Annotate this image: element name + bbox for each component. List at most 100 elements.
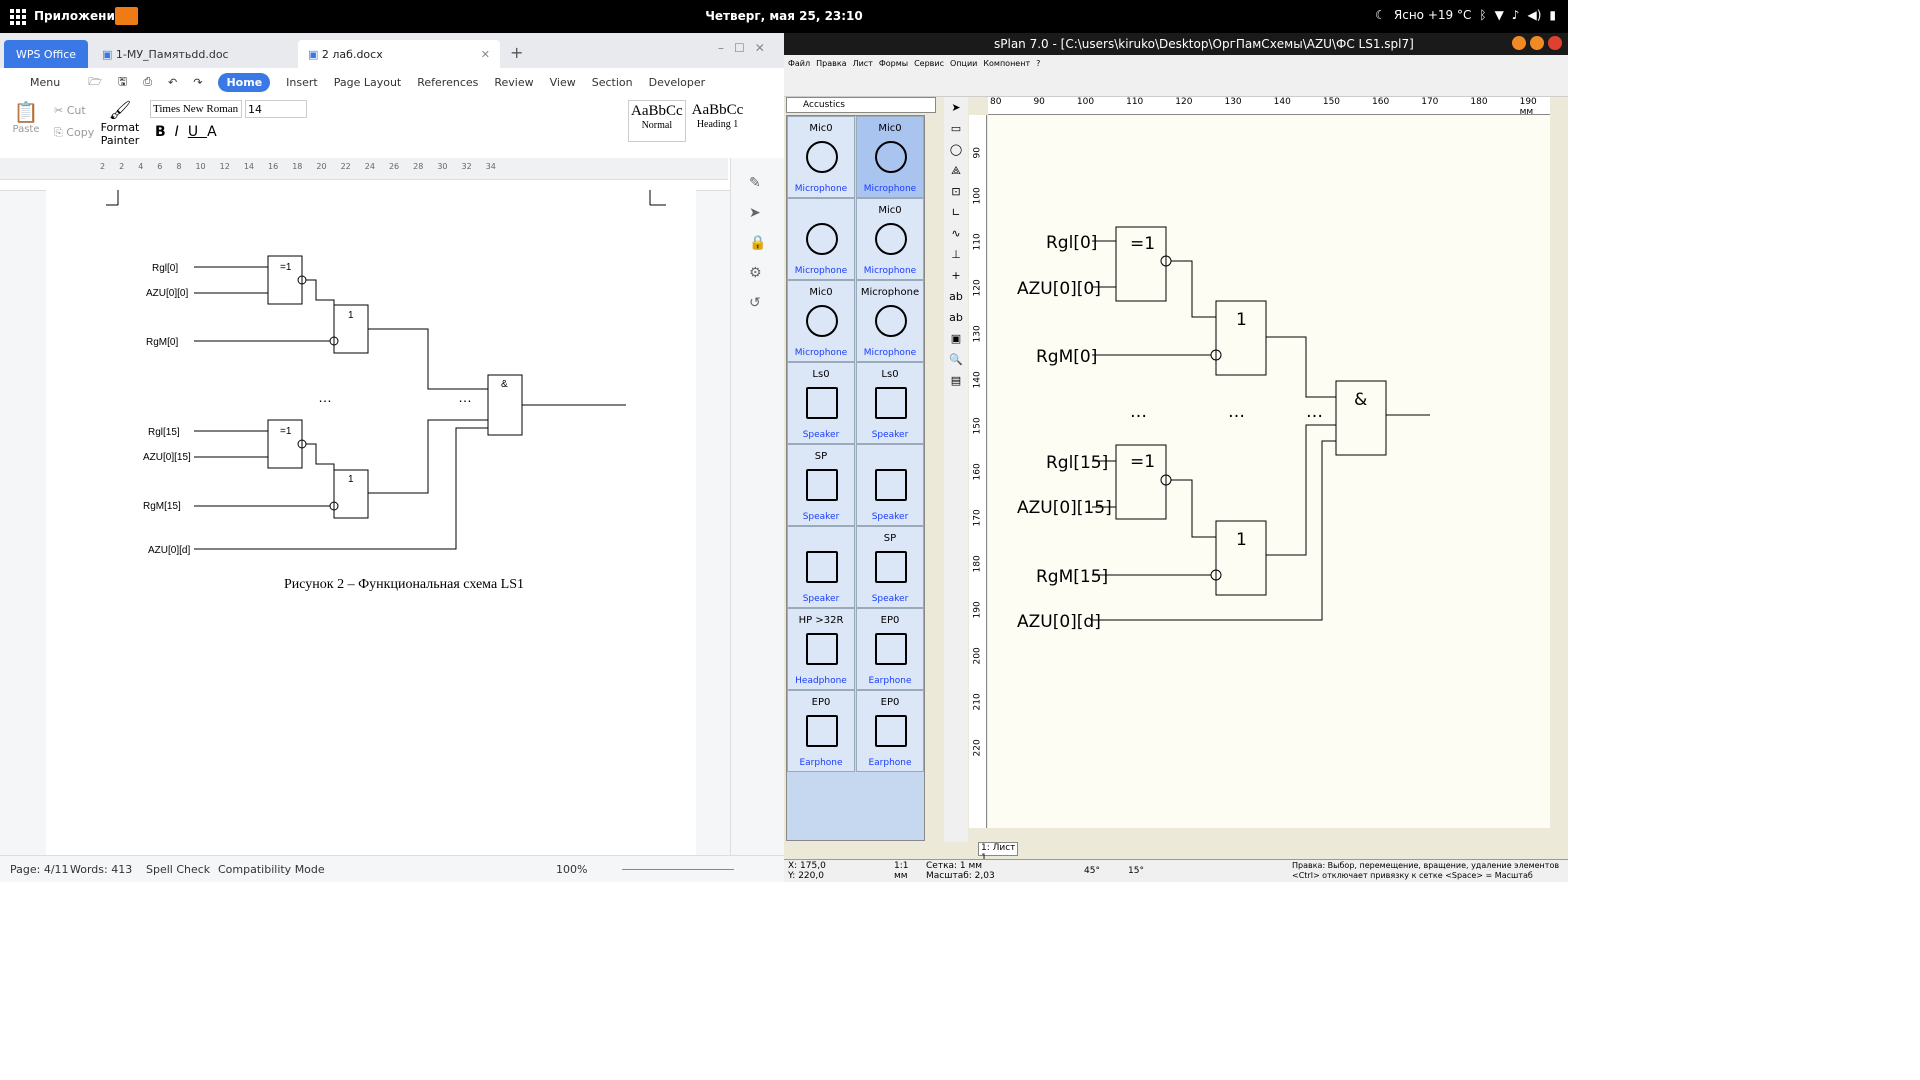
- bluetooth-icon[interactable]: ᛒ: [1479, 8, 1486, 22]
- library-component[interactable]: Mic0 Microphone: [856, 116, 924, 198]
- library-component[interactable]: Mic0 Microphone: [787, 116, 855, 198]
- tab-doc-2[interactable]: ▣ 2 лаб.docx ✕: [298, 40, 500, 68]
- copy-button[interactable]: ⎘ Copy: [54, 126, 94, 140]
- menu-file[interactable]: Файл: [788, 59, 810, 68]
- library-component[interactable]: EP0 Earphone: [856, 608, 924, 690]
- tool-icons[interactable]: ➤ ▭ ◯ ⟁ ⊡ ∟ ∿ ⊥ + ab ab ▣ 🔍 ▤: [944, 97, 968, 391]
- spell-check[interactable]: Spell Check: [146, 863, 210, 876]
- splan-toolbar[interactable]: [784, 71, 1568, 97]
- close-icon[interactable]: ✕: [481, 48, 490, 61]
- scale: 1:1: [894, 861, 909, 871]
- canvas-vruler: 90 100 110 120 130 140 150 160 170 180 190 200 210 22…: [969, 115, 987, 828]
- cut-button[interactable]: ✂ Cut: [54, 104, 86, 117]
- hruler-marks: 80 90 100 110 120 130 140 150 160 170 180 190 мм: [988, 97, 1550, 117]
- component-caption: Microphone: [794, 348, 848, 358]
- tab-insert[interactable]: Insert: [286, 76, 318, 89]
- print-icon[interactable]: ⎙: [143, 75, 152, 89]
- wifi-icon[interactable]: ▼: [1495, 8, 1504, 22]
- library-component[interactable]: Ls0 Speaker: [787, 362, 855, 444]
- style-normal[interactable]: AaBbCc Normal: [628, 100, 686, 142]
- component-caption: Headphone: [795, 676, 847, 686]
- component-symbol: [875, 305, 907, 337]
- document-page[interactable]: Rgl[0] AZU[0][0] RgM[0] Rgl[15] AZU[0][1…: [46, 180, 696, 857]
- vruler-mark: 220: [972, 739, 983, 757]
- library-component[interactable]: Ls0 Speaker: [856, 362, 924, 444]
- word-count[interactable]: Words: 413: [70, 863, 132, 876]
- library-component[interactable]: SP Speaker: [787, 444, 855, 526]
- component-caption: Microphone: [794, 266, 848, 276]
- dots: …: [1130, 402, 1147, 422]
- component-library[interactable]: Mic0 Microphone Mic0 Microphone Microphone Mi…: [786, 115, 925, 841]
- tab-doc-1[interactable]: ▣ 1-МУ_Памятьdd.doc: [92, 40, 292, 68]
- horizontal-ruler[interactable]: 2 2 4 6 8 10 12 14 16 18 20 22 24 26 28 30 32 34: [0, 158, 728, 180]
- menu-edit[interactable]: Правка: [816, 59, 846, 68]
- menu-help[interactable]: ?: [1036, 59, 1040, 68]
- brush-icon: 🖌: [108, 100, 132, 121]
- hruler-mark: 130: [1224, 97, 1242, 107]
- unit: мм: [894, 871, 908, 881]
- open-icon[interactable]: 🗁: [88, 73, 102, 92]
- format-painter-button[interactable]: 🖌 Format Painter: [100, 100, 140, 147]
- zoom-slider[interactable]: [622, 869, 734, 870]
- vruler-mark: 90: [972, 147, 983, 159]
- battery-icon[interactable]: ▮: [1549, 8, 1556, 22]
- component-label: Mic0: [809, 123, 833, 134]
- styles-gallery: AaBbCc Normal AaBbCc Heading 1: [628, 100, 776, 142]
- new-tab-button[interactable]: +: [510, 43, 523, 62]
- angle-2[interactable]: 15°: [1128, 866, 1144, 876]
- ruler-mark: 10: [195, 162, 206, 171]
- side-tools[interactable]: ✎ ➤ 🔒 ⚙ ↺: [749, 168, 766, 318]
- library-component[interactable]: EP0 Earphone: [787, 690, 855, 772]
- menu-options[interactable]: Опции: [950, 59, 977, 68]
- menu-forms[interactable]: Формы: [879, 59, 908, 68]
- library-component[interactable]: EP0 Earphone: [856, 690, 924, 772]
- tab-home[interactable]: Home: [218, 72, 271, 92]
- label-azu015: AZU[0][15]: [1017, 498, 1112, 518]
- menu-sheet[interactable]: Лист: [853, 59, 873, 68]
- undo-icon[interactable]: ↶: [168, 76, 177, 89]
- library-component[interactable]: SP Speaker: [856, 526, 924, 608]
- save-icon[interactable]: 🖫: [118, 73, 127, 92]
- tab-view[interactable]: View: [550, 76, 576, 89]
- music-icon[interactable]: ♪: [1512, 8, 1520, 22]
- library-component[interactable]: Mic0 Microphone: [856, 198, 924, 280]
- vruler-mark: 210: [972, 693, 983, 711]
- clock[interactable]: Четверг, мая 25, 23:10: [0, 9, 1568, 23]
- window-controls[interactable]: [1512, 36, 1562, 50]
- weather[interactable]: Ясно +19 °C: [1394, 8, 1471, 22]
- library-select[interactable]: Accustics: [786, 97, 936, 113]
- component-caption: Earphone: [799, 758, 843, 768]
- angle-1[interactable]: 45°: [1084, 866, 1100, 876]
- library-component[interactable]: Speaker: [856, 444, 924, 526]
- component-symbol: [875, 223, 907, 255]
- tab-page-layout[interactable]: Page Layout: [334, 76, 402, 89]
- size-select[interactable]: 14: [245, 100, 307, 118]
- window-controls[interactable]: –☐✕: [718, 41, 775, 55]
- style-heading1[interactable]: AaBbCc Heading 1: [690, 100, 746, 142]
- library-component[interactable]: HP >32R Headphone: [787, 608, 855, 690]
- zoom-level[interactable]: 100%: [556, 863, 587, 876]
- library-component[interactable]: Mic0 Microphone: [787, 280, 855, 362]
- label-azu00: AZU[0][0]: [1017, 279, 1101, 299]
- redo-icon[interactable]: ↷: [193, 76, 202, 89]
- drawing-tools[interactable]: ➤ ▭ ◯ ⟁ ⊡ ∟ ∿ ⊥ + ab ab ▣ 🔍 ▤: [944, 97, 968, 842]
- tab-references[interactable]: References: [417, 76, 478, 89]
- menu-button[interactable]: Menu: [30, 76, 60, 89]
- menu-service[interactable]: Сервис: [914, 59, 944, 68]
- drawing-canvas[interactable]: Rgl[0] AZU[0][0] RgM[0] Rgl[15] AZU[0][1…: [988, 115, 1550, 828]
- library-component[interactable]: Microphone Microphone: [856, 280, 924, 362]
- tab-section[interactable]: Section: [592, 76, 633, 89]
- menu-component[interactable]: Компонент: [983, 59, 1030, 68]
- sheet-tab[interactable]: 1: Лист 1: [978, 842, 1018, 863]
- tab-review[interactable]: Review: [494, 76, 533, 89]
- vruler-mark: 110: [972, 233, 983, 251]
- volume-icon[interactable]: ◀): [1527, 8, 1541, 22]
- format-buttons[interactable]: BIUA: [155, 124, 226, 140]
- cut-label: Cut: [66, 104, 86, 117]
- paste-button[interactable]: 📋 Paste: [10, 100, 42, 135]
- library-component[interactable]: Speaker: [787, 526, 855, 608]
- tab-developer[interactable]: Developer: [649, 76, 706, 89]
- font-select[interactable]: Times New Roman: [150, 100, 242, 118]
- library-component[interactable]: Microphone: [787, 198, 855, 280]
- tab-wps-office[interactable]: WPS Office: [4, 40, 88, 68]
